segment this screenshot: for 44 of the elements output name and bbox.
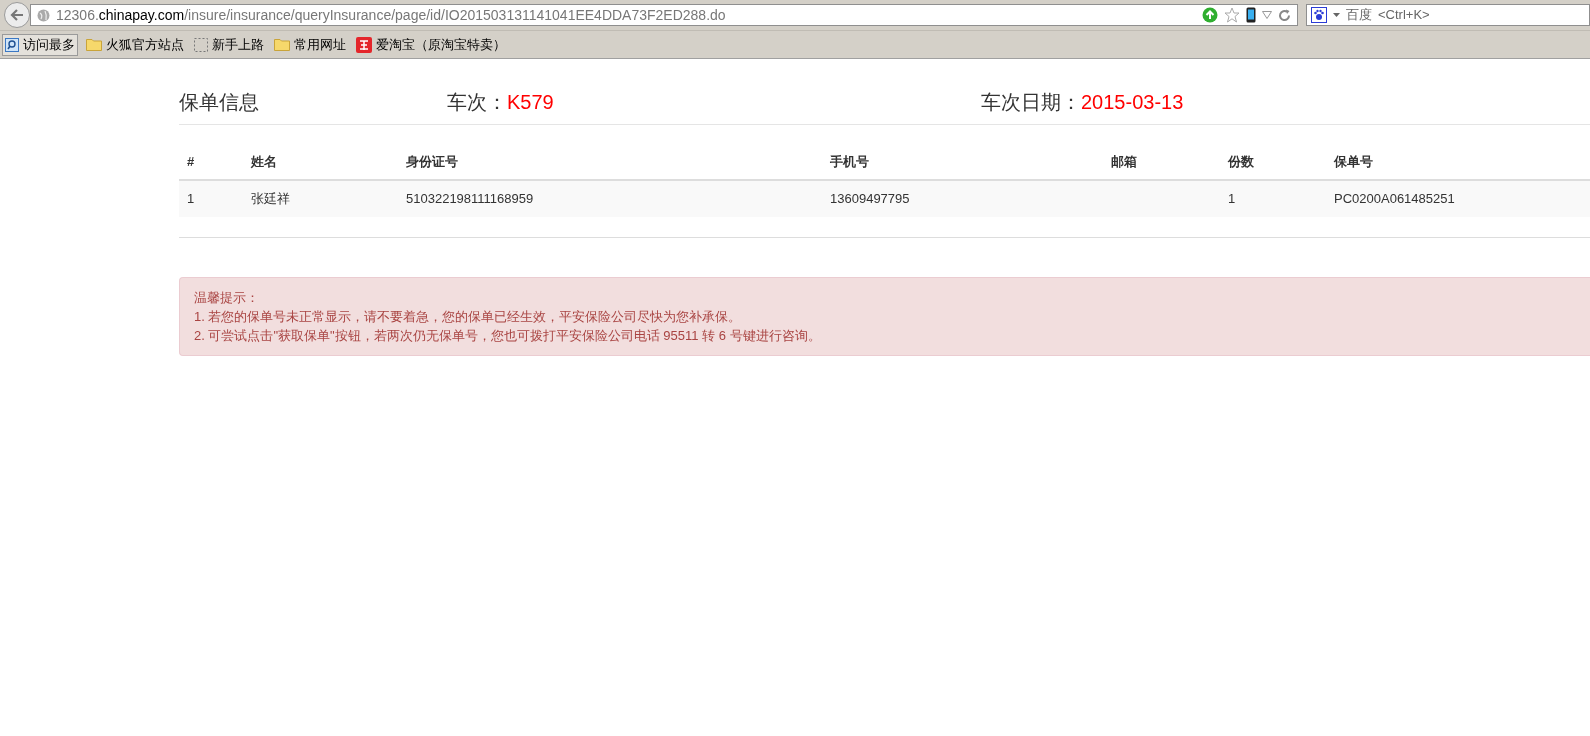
column-header: # — [186, 153, 196, 172]
table-cell-text: 510322198111168959 — [405, 190, 535, 209]
bookmark-item[interactable]: 爱淘宝（原淘宝特卖） — [354, 33, 508, 56]
column-header: 手机号 — [829, 153, 870, 172]
column-header: 邮箱 — [1110, 153, 1138, 172]
table-cell-text: 张廷祥 — [250, 190, 291, 209]
bookmark-item[interactable]: 新手上路 — [192, 33, 266, 56]
table-cell-text: 13609497795 — [829, 190, 911, 209]
column-header: 保单号 — [1332, 153, 1374, 172]
taobao-icon — [356, 36, 372, 53]
bookmark-item[interactable]: 火狐官方站点 — [84, 33, 186, 56]
search-engine-name: 百度 — [1346, 6, 1372, 25]
globe-icon — [37, 8, 50, 22]
page-title: 保单信息 — [179, 89, 260, 115]
dropdown-triangle-icon[interactable] — [1262, 11, 1272, 19]
column-header: 身份证号 — [405, 153, 459, 172]
bookmark-item[interactable]: 常用网址 — [272, 33, 348, 56]
alert-line: 1. 若您的保单号未正常显示，请不要着急，您的保单已经生效，平安保险公司尽快为您补承保。 — [194, 308, 743, 326]
paw-icon[interactable] — [1311, 7, 1327, 23]
folder-icon — [86, 38, 102, 51]
alert-line: 2. 可尝试点击"获取保单"按钮，若两次仍无保单号，您也可拨打平安保险公司电话 95511 转 6 号键进行咨询。 — [194, 327, 822, 345]
search-icon — [5, 37, 19, 52]
column-header: 份数 — [1226, 153, 1255, 172]
table-cell-text: 1 — [1227, 190, 1237, 209]
table-cell-text: 1 — [186, 190, 196, 209]
alert-title: 温馨提示： — [194, 289, 260, 307]
table-cell-text: PC0200A061485251 — [1333, 190, 1456, 209]
reload-icon[interactable] — [1278, 8, 1291, 22]
back-button[interactable] — [4, 2, 30, 28]
folder-icon — [274, 38, 290, 51]
train-number: 车次：K579 — [447, 89, 555, 115]
address-bar[interactable]: 12306.chinapay.com/insure/insurance/queryInsurance/page/id/IO201503131141041EE4DDA73F2ED288.do — [30, 4, 1298, 26]
bookmark-item[interactable]: 访问最多 — [2, 33, 78, 56]
dashed-square-icon — [194, 37, 208, 52]
phone-icon[interactable] — [1246, 7, 1256, 23]
url-text: 12306.chinapay.com/insure/insurance/queryInsurance/page/id/IO201503131141041EE4DDA73F2ED288.do — [56, 5, 726, 25]
up-arrow-icon[interactable] — [1202, 7, 1218, 23]
column-header: 姓名 — [250, 153, 278, 172]
caret-icon[interactable] — [1333, 13, 1340, 17]
search-input[interactable]: <Ctrl+K> — [1378, 5, 1589, 25]
back-arrow-icon — [10, 9, 24, 21]
search-field[interactable]: 百度 <Ctrl+K> — [1306, 4, 1590, 26]
train-date: 车次日期：2015-03-13 — [981, 89, 1184, 115]
star-icon[interactable] — [1224, 7, 1240, 23]
